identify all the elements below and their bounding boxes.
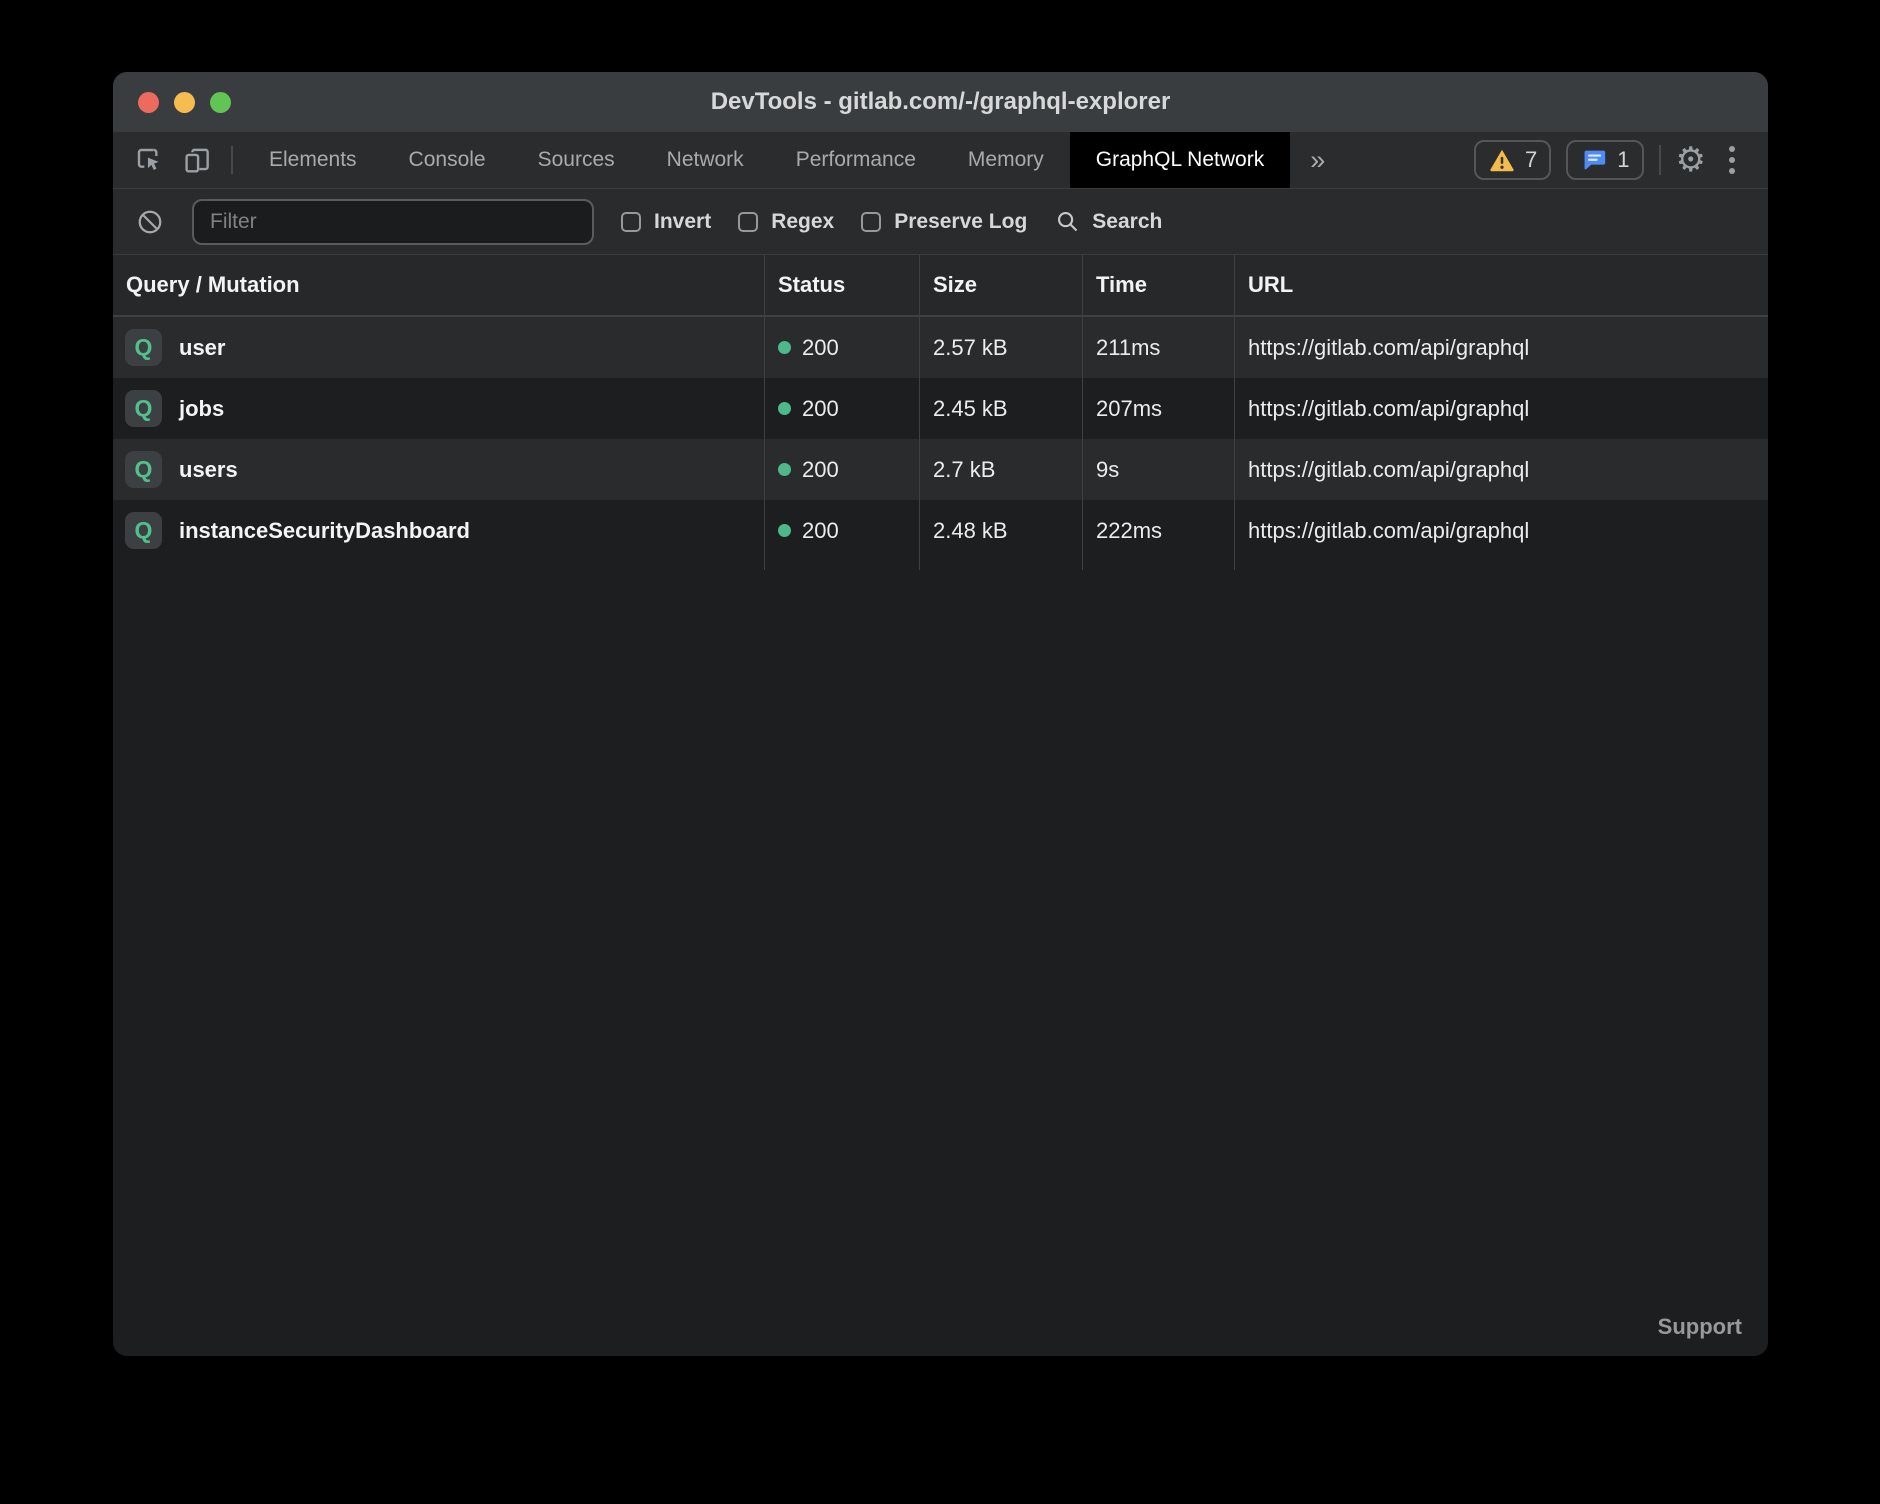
table-row[interactable]: Q instanceSecurityDashboard 200 2.48 kB … xyxy=(113,500,1768,561)
tab-sources[interactable]: Sources xyxy=(512,132,641,188)
settings-gear-icon[interactable]: ⚙ xyxy=(1676,143,1706,177)
support-link[interactable]: Support xyxy=(1658,1314,1742,1340)
request-url: https://gitlab.com/api/graphql xyxy=(1234,317,1768,378)
status-ok-dot xyxy=(778,341,791,354)
query-type-badge: Q xyxy=(125,451,162,488)
query-type-badge: Q xyxy=(125,390,162,427)
message-bubble-icon xyxy=(1580,146,1608,174)
query-type-badge: Q xyxy=(125,329,162,366)
search-button[interactable]: Search xyxy=(1054,208,1162,235)
response-time: 222ms xyxy=(1082,500,1234,561)
more-options-icon[interactable] xyxy=(1721,146,1743,174)
preserve-log-label: Preserve Log xyxy=(894,210,1027,234)
query-type-badge: Q xyxy=(125,512,162,549)
tab-network[interactable]: Network xyxy=(641,132,770,188)
query-name: instanceSecurityDashboard xyxy=(179,518,470,544)
tab-bar-right-controls: 7 1 ⚙ xyxy=(1474,132,1768,188)
table-row[interactable]: Q user 200 2.57 kB 211ms https://gitlab.… xyxy=(113,317,1768,378)
status-ok-dot xyxy=(778,463,791,476)
device-toolbar-button[interactable] xyxy=(173,132,221,188)
regex-checkbox-box[interactable] xyxy=(738,212,758,232)
invert-checkbox[interactable]: Invert xyxy=(621,210,711,234)
regex-label: Regex xyxy=(771,210,834,234)
status-code: 200 xyxy=(802,396,839,422)
inspect-cursor-icon xyxy=(133,144,165,176)
response-time: 211ms xyxy=(1082,317,1234,378)
request-url: https://gitlab.com/api/graphql xyxy=(1234,378,1768,439)
filter-input[interactable] xyxy=(192,199,594,245)
zoom-button[interactable] xyxy=(210,92,231,113)
preserve-log-checkbox[interactable]: Preserve Log xyxy=(861,210,1027,234)
column-header-url[interactable]: URL xyxy=(1234,255,1768,315)
status-code: 200 xyxy=(802,518,839,544)
response-size: 2.45 kB xyxy=(919,378,1082,439)
status-code: 200 xyxy=(802,335,839,361)
close-button[interactable] xyxy=(138,92,159,113)
controls-separator xyxy=(1659,145,1661,175)
warning-count: 7 xyxy=(1525,147,1537,173)
titlebar: DevTools - gitlab.com/-/graphql-explorer xyxy=(113,72,1768,132)
tab-performance[interactable]: Performance xyxy=(770,132,942,188)
column-header-query-mutation[interactable]: Query / Mutation xyxy=(113,255,764,315)
query-name: user xyxy=(179,335,225,361)
request-url: https://gitlab.com/api/graphql xyxy=(1234,439,1768,500)
status-code: 200 xyxy=(802,457,839,483)
warnings-badge[interactable]: 7 xyxy=(1474,140,1551,180)
column-header-status[interactable]: Status xyxy=(764,255,919,315)
tab-memory[interactable]: Memory xyxy=(942,132,1070,188)
empty-results-area xyxy=(113,570,1768,1356)
response-size: 2.57 kB xyxy=(919,317,1082,378)
device-toolbar-icon xyxy=(181,144,213,176)
search-label: Search xyxy=(1092,210,1162,234)
invert-checkbox-box[interactable] xyxy=(621,212,641,232)
inspect-element-button[interactable] xyxy=(125,132,173,188)
more-tabs-button[interactable]: » xyxy=(1290,132,1345,188)
query-name: users xyxy=(179,457,238,483)
clear-block-icon[interactable] xyxy=(135,207,165,237)
status-ok-dot xyxy=(778,402,791,415)
devtools-tab-bar: Elements Console Sources Network Perform… xyxy=(113,132,1768,189)
tab-graphql-network[interactable]: GraphQL Network xyxy=(1070,132,1290,188)
regex-checkbox[interactable]: Regex xyxy=(738,210,834,234)
status-ok-dot xyxy=(778,524,791,537)
response-time: 9s xyxy=(1082,439,1234,500)
issue-count: 1 xyxy=(1617,147,1629,173)
table-row[interactable]: Q jobs 200 2.45 kB 207ms https://gitlab.… xyxy=(113,378,1768,439)
toolbar-separator xyxy=(231,146,233,174)
minimize-button[interactable] xyxy=(174,92,195,113)
window-title: DevTools - gitlab.com/-/graphql-explorer xyxy=(711,88,1171,116)
table-header: Query / Mutation Status Size Time URL xyxy=(113,255,1768,317)
column-header-size[interactable]: Size xyxy=(919,255,1082,315)
window-controls xyxy=(138,72,231,132)
table-row[interactable]: Q users 200 2.7 kB 9s https://gitlab.com… xyxy=(113,439,1768,500)
request-url: https://gitlab.com/api/graphql xyxy=(1234,500,1768,561)
preserve-log-checkbox-box[interactable] xyxy=(861,212,881,232)
response-size: 2.48 kB xyxy=(919,500,1082,561)
network-filter-toolbar: Invert Regex Preserve Log Search xyxy=(113,189,1768,255)
warning-triangle-icon xyxy=(1488,146,1516,174)
query-name: jobs xyxy=(179,396,224,422)
tab-console[interactable]: Console xyxy=(383,132,512,188)
column-divider-extension xyxy=(113,561,1768,570)
tab-elements[interactable]: Elements xyxy=(243,132,383,188)
invert-label: Invert xyxy=(654,210,711,234)
issues-badge[interactable]: 1 xyxy=(1566,140,1643,180)
response-size: 2.7 kB xyxy=(919,439,1082,500)
search-icon xyxy=(1054,208,1081,235)
devtools-window: DevTools - gitlab.com/-/graphql-explorer… xyxy=(113,72,1768,1356)
response-time: 207ms xyxy=(1082,378,1234,439)
column-header-time[interactable]: Time xyxy=(1082,255,1234,315)
